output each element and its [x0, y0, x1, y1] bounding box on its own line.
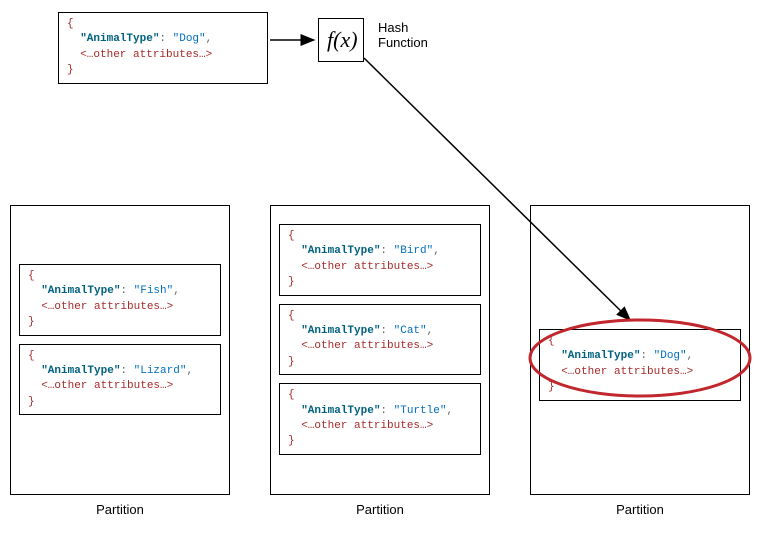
json-key: "AnimalType"	[80, 33, 159, 45]
partition-box-1: { "AnimalType": "Fish", <…other attribut…	[10, 205, 230, 495]
json-item: { "AnimalType": "Fish", <…other attribut…	[19, 264, 221, 336]
partition-label-3: Partition	[530, 502, 750, 517]
hash-symbol: f(x)	[327, 27, 358, 52]
brace-open: {	[67, 18, 74, 30]
partition-box-2: { "AnimalType": "Bird", <…other attribut…	[270, 205, 490, 495]
json-item: { "AnimalType": "Bird", <…other attribut…	[279, 224, 481, 296]
json-item: { "AnimalType": "Lizard", <…other attrib…	[19, 344, 221, 416]
json-value: "Dog"	[173, 33, 206, 45]
brace-close: }	[67, 64, 74, 76]
partition-box-3: { "AnimalType": "Dog", <…other attribute…	[530, 205, 750, 495]
hash-function-label: Hash Function	[378, 20, 428, 50]
json-item: { "AnimalType": "Cat", <…other attribute…	[279, 304, 481, 376]
json-item: { "AnimalType": "Turtle", <…other attrib…	[279, 383, 481, 455]
partition-label-2: Partition	[270, 502, 490, 517]
json-item-highlighted: { "AnimalType": "Dog", <…other attribute…	[539, 329, 741, 401]
input-json-box: { "AnimalType": "Dog", <…other attribute…	[58, 12, 268, 84]
json-other: <…other attributes…>	[80, 49, 212, 61]
hash-function-box: f(x)	[318, 18, 364, 62]
partition-label-1: Partition	[10, 502, 230, 517]
